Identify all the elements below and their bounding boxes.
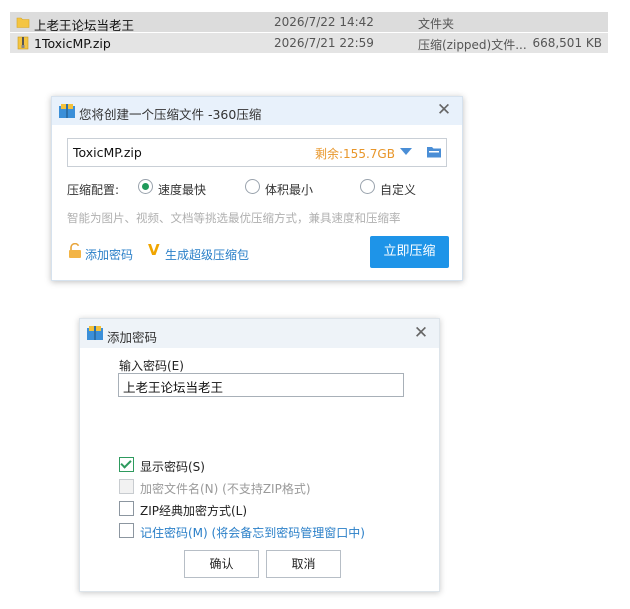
radio-smallest[interactable] [245,179,260,194]
file-list: 上老王论坛当老王 2026/7/22 14:42 文件夹 1ToxicMP.zi… [10,12,608,54]
zip-icon [16,36,30,50]
radio-fastest[interactable] [138,179,153,194]
compress-hint: 智能为图片、视频、文档等挑选最优压缩方式，兼具速度和压缩率 [67,211,401,225]
zip-classic-encryption-checkbox[interactable] [119,501,134,516]
file-size: 668,501 KB [532,36,602,50]
password-dialog-titlebar[interactable]: 添加密码 ✕ [80,319,439,348]
encrypt-filename-label: 加密文件名(N) (不支持ZIP格式) [140,482,311,496]
radio-fastest-label[interactable]: 速度最快 [158,181,206,198]
file-date: 2026/7/22 14:42 [274,15,374,29]
file-type: 压缩(zipped)文件... [418,38,527,52]
archive-app-icon [87,326,103,343]
filename-value: ToxicMP.zip [73,145,142,160]
file-row-zip[interactable]: 1ToxicMP.zip 2026/7/21 22:59 压缩(zipped)文… [10,33,608,54]
file-row-folder[interactable]: 上老王论坛当老王 2026/7/22 14:42 文件夹 [10,12,608,33]
password-dialog: 添加密码 ✕ 输入密码(E) 上老王论坛当老王 显示密码(S) 加密文件名(N)… [79,318,440,592]
zip-classic-encryption-label[interactable]: ZIP经典加密方式(L) [140,502,247,519]
filename-field[interactable]: ToxicMP.zip 剩余:155.7GB [67,138,447,167]
show-password-checkbox[interactable] [119,457,134,472]
lock-icon[interactable] [68,242,82,261]
file-type: 文件夹 [418,17,455,31]
remaining-space: 剩余:155.7GB [315,147,395,161]
file-date: 2026/7/21 22:59 [274,36,374,50]
super-package-link[interactable]: 生成超级压缩包 [165,246,249,263]
compress-config-label: 压缩配置: [67,183,120,197]
password-input-label: 输入密码(E) [119,359,184,373]
password-input[interactable]: 上老王论坛当老王 [118,373,404,397]
password-value: 上老王论坛当老王 [123,380,224,395]
compress-now-button[interactable]: 立即压缩 [370,236,449,268]
file-name: 1ToxicMP.zip [34,36,111,51]
chevron-down-icon[interactable] [400,148,412,155]
archive-app-icon [59,104,75,121]
vip-icon: V [148,241,160,259]
compress-dialog-titlebar[interactable]: 您将创建一个压缩文件 -360压缩 ✕ [52,97,462,125]
password-dialog-title: 添加密码 [107,330,158,345]
compress-dialog: 您将创建一个压缩文件 -360压缩 ✕ ToxicMP.zip 剩余:155.7… [51,96,463,281]
cancel-button[interactable]: 取消 [266,550,341,578]
remember-password-checkbox[interactable] [119,523,134,538]
add-password-link[interactable]: 添加密码 [85,246,133,263]
close-icon[interactable]: ✕ [412,324,430,342]
file-name: 上老王论坛当老王 [34,18,135,33]
compress-dialog-title: 您将创建一个压缩文件 -360压缩 [79,107,262,122]
close-icon[interactable]: ✕ [435,101,453,119]
show-password-label[interactable]: 显示密码(S) [140,458,205,475]
radio-custom-label[interactable]: 自定义 [380,181,416,198]
encrypt-filename-checkbox [119,479,134,494]
folder-icon [16,15,30,29]
ok-button[interactable]: 确认 [184,550,259,578]
radio-custom[interactable] [360,179,375,194]
browse-folder-icon[interactable] [426,145,442,159]
remember-password-label[interactable]: 记住密码(M) (将会备忘到密码管理窗口中) [140,524,365,541]
radio-smallest-label[interactable]: 体积最小 [265,181,313,198]
